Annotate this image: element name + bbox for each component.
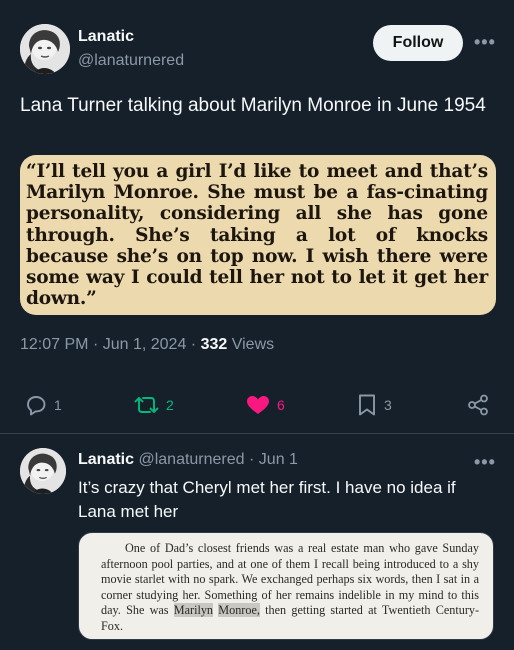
retweet-icon [134, 393, 160, 417]
clipping-text: “I’ll tell you a girl I’d like to meet a… [26, 161, 488, 310]
like-button[interactable]: 6 [245, 393, 285, 417]
meta-separator: · [249, 451, 259, 468]
tweet-time[interactable]: 12:07 PM [20, 336, 88, 353]
meta-separator: · [92, 336, 103, 353]
tweet-date[interactable]: Jun 1, 2024 [103, 336, 187, 353]
meta-separator: · [190, 336, 201, 353]
like-count: 6 [277, 397, 285, 413]
bookmark-count: 3 [384, 397, 392, 413]
quote-image[interactable]: One of Dad’s closest friends was a real … [78, 532, 494, 640]
follow-button[interactable]: Follow [373, 25, 463, 61]
quote-highlight: Marilyn [173, 603, 214, 618]
avatar[interactable] [20, 24, 70, 74]
views-label: Views [231, 336, 275, 353]
divider [0, 433, 514, 434]
author-name[interactable]: Lanatic [78, 28, 134, 46]
retweet-count: 2 [166, 397, 174, 413]
bookmark-button[interactable]: 3 [356, 393, 392, 417]
more-icon[interactable]: ••• [474, 452, 496, 473]
bookmark-icon [356, 393, 378, 417]
more-icon[interactable]: ••• [474, 32, 496, 53]
reply-button[interactable]: 1 [24, 393, 62, 417]
reply-header: Lanatic @lanaturnered · Jun 1 [78, 451, 298, 469]
author-handle[interactable]: @lanaturnered [78, 52, 184, 70]
reply-date[interactable]: Jun 1 [259, 451, 298, 468]
reply-text: It’s crazy that Cheryl met her first. I … [78, 478, 456, 521]
views-count: 332 [200, 336, 228, 353]
share-icon [466, 393, 490, 417]
share-button[interactable] [466, 393, 490, 417]
heart-icon [245, 393, 271, 417]
retweet-button[interactable]: 2 [134, 393, 174, 417]
quote-text: One of Dad’s closest friends was a real … [101, 541, 479, 635]
reply-count: 1 [54, 397, 62, 413]
reply-author-handle[interactable]: @lanaturnered [138, 451, 244, 468]
reply-author-name[interactable]: Lanatic [78, 451, 134, 468]
tweet-text: Lana Turner talking about Marilyn Monroe… [20, 95, 486, 116]
action-bar: 1 2 6 3 [0, 388, 514, 422]
reply-avatar[interactable] [20, 448, 66, 494]
quote-highlight: Monroe, [218, 603, 260, 618]
tweet-meta: 12:07 PM · Jun 1, 2024 · 332 Views [20, 336, 274, 354]
clipping-image[interactable]: “I’ll tell you a girl I’d like to meet a… [20, 155, 496, 315]
reply-icon [24, 393, 48, 417]
